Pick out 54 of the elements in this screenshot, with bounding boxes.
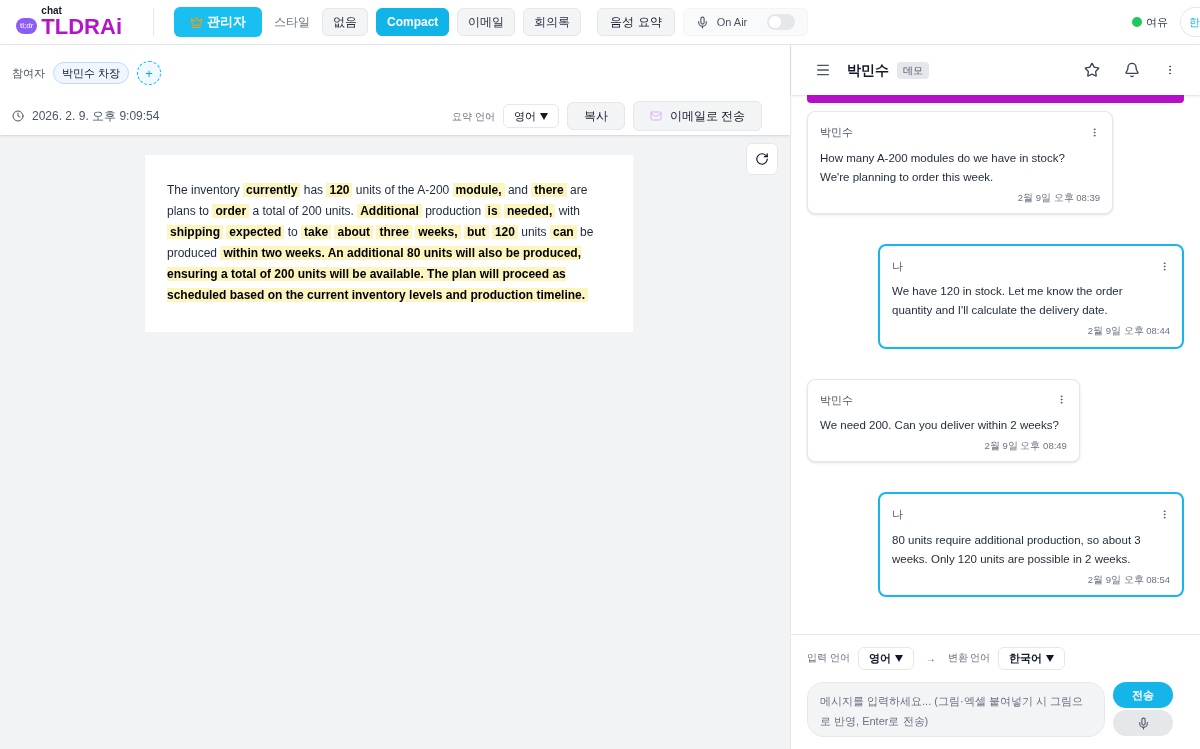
star-icon[interactable] (1084, 62, 1100, 78)
caret-icon (1046, 655, 1055, 662)
arrow-glyph: → (925, 652, 936, 666)
message-time: 2월 9일 오후 08:49 (984, 439, 1067, 453)
message-text: We have 120 in stock. Let me know the order quantity and I'll calculate the delivery date. (892, 284, 1124, 319)
input-language-select[interactable]: 영어 (857, 647, 914, 670)
summary-text: The inventory currently has 120 units of the A-200 module, and there are plans to order a total of 200 units. Additional production is needed, with shipping expected to take about three weeks, but 120 units can be produced within two weeks. An additional 80 units will also be produced, ensuring a total of 200 units will be available. The plan will proceed as scheduled based on the current inventory levels and production timeline. (167, 182, 595, 304)
menu-icon[interactable] (815, 62, 831, 78)
participants-label: 참여자 (12, 65, 45, 81)
clock-icon (12, 110, 24, 122)
mail-icon (649, 110, 662, 122)
caret-icon (894, 655, 903, 662)
message-time: 2월 9일 오후 08:39 (1017, 190, 1100, 205)
voice-input-button[interactable] (1113, 710, 1173, 736)
output-language-label: 변환 언어 (947, 651, 991, 666)
microphone-icon (695, 15, 709, 29)
datetime: 2026. 2. 9. 오후 9:09:54 (32, 108, 160, 125)
on-air-switch[interactable] (767, 14, 796, 30)
summary-language-label: 요약 언어 (451, 109, 495, 124)
microphone-icon (1136, 716, 1150, 730)
message-text: How many A-200 modules do we have in stock? We're planning to order this week. (820, 150, 1066, 185)
demo-tag: 데모 (897, 61, 929, 79)
style-label: 스타일 (274, 14, 310, 31)
logo-caption: chat (41, 6, 63, 16)
on-air-label: On Air (716, 14, 748, 30)
message-sender: 박민수 (820, 125, 853, 140)
refresh-icon (755, 152, 769, 166)
style-tab[interactable]: 회의록 (523, 8, 582, 36)
message-time: 2월 9일 오후 08:44 (1087, 324, 1170, 339)
participant-chip[interactable]: 박민수 차장 (53, 61, 130, 85)
logo-badge: tl;dr (16, 18, 38, 34)
input-language-label: 입력 언어 (807, 651, 850, 666)
caret-icon (539, 112, 548, 120)
style-tab[interactable]: 없음 (322, 8, 368, 36)
bell-icon[interactable] (1124, 62, 1140, 78)
logo: TLDRAi (41, 16, 122, 38)
message-sender: 나 (892, 258, 903, 274)
message-text: We need 200. Can you deliver within 2 weeks? (820, 418, 1060, 433)
chat-title: 박민수 (847, 60, 889, 80)
summary-language-select[interactable]: 영어 (502, 104, 559, 128)
message-sender: 박민수 (820, 392, 853, 408)
message-text: 80 units require additional production, so about 3 weeks. Only 120 units are possible in 2 weeks. (892, 532, 1142, 567)
refresh-button[interactable] (746, 143, 778, 175)
voice-summary-button[interactable]: 음성 요약 (597, 8, 675, 36)
crown-icon (190, 15, 203, 29)
status-label: 여유 (1146, 14, 1168, 30)
style-tab[interactable]: 이메일 (457, 8, 516, 36)
output-language-select[interactable]: 한국어 (998, 647, 1066, 670)
message-sender: 나 (892, 507, 903, 523)
message-input[interactable]: 메시지를 입력하세요... (그림·엑셀 붙여넣기 시 그림으로 반영, Enter로 전송) (807, 682, 1105, 737)
message-time: 2월 9일 오후 08:54 (1087, 572, 1170, 587)
copy-button[interactable]: 복사 (566, 102, 625, 130)
on-air-control[interactable]: On Air (682, 8, 809, 36)
email-send-button[interactable]: 이메일로 전송 (632, 101, 762, 131)
